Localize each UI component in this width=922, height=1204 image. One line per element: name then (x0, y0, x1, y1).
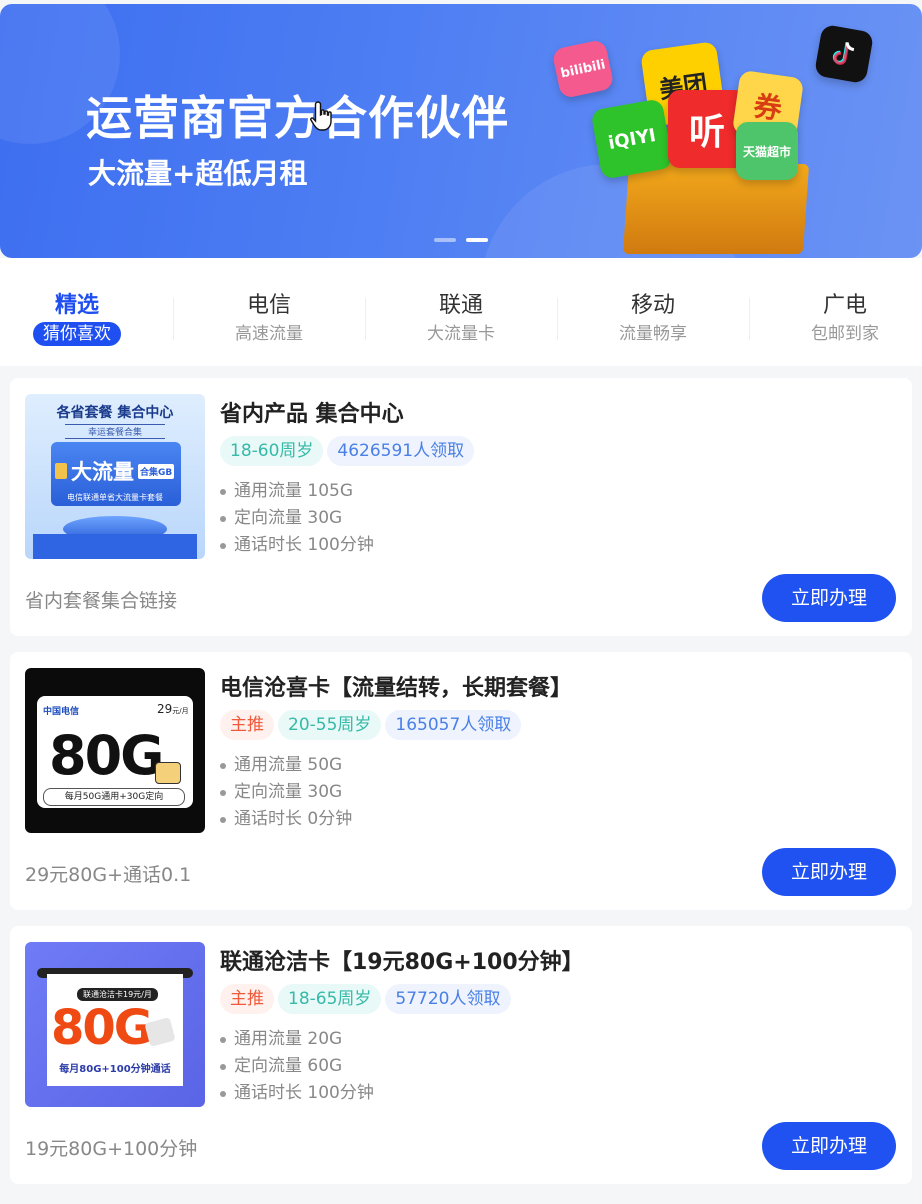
plan-name: 省内产品 集合中心 (220, 402, 404, 427)
tiktok-app-icon (813, 23, 875, 85)
plan-thumbnail: 联通沧洁卡19元/月 80G 每月80G+100分钟通话 (25, 942, 205, 1107)
bilibili-app-icon: bilibili (551, 38, 615, 100)
banner-subtitle: 大流量+超低月租 (88, 157, 308, 190)
operator-tabs: 精选 猜你喜欢 电信 高速流量 联通 大流量卡 移动 流量畅享 广电 包邮到家 (0, 258, 922, 366)
plan-tags: 主推 18-65周岁 57720人领取 (220, 984, 511, 1014)
plan-tags: 主推 20-55周岁 165057人领取 (220, 710, 522, 740)
tab-sublabel: 猜你喜欢 (33, 322, 121, 346)
feature-item: 通用流量 50G (220, 752, 352, 779)
claim-count-tag: 4626591人领取 (327, 436, 475, 466)
plan-tags: 18-60周岁 4626591人领取 (220, 436, 475, 466)
thumb-badge: 合集GB (138, 463, 175, 479)
tmall-supermarket-app-icon: 天猫超市 (736, 122, 798, 180)
feature-item: 通话时长 100分钟 (220, 1080, 374, 1107)
apply-button[interactable]: 立即办理 (762, 574, 896, 622)
plan-features: 通用流量 105G 定向流量 30G 通话时长 100分钟 (220, 478, 374, 559)
thumb-big-text: 80G (51, 1000, 153, 1056)
carousel-dot-1[interactable] (434, 238, 456, 242)
thumb-price: 29 (157, 702, 173, 716)
plan-thumbnail: 各省套餐 集合中心 幸运套餐合集 大流量 合集GB 电信联通单省大流量卡套餐 (25, 394, 205, 559)
tab-label: 移动 (630, 293, 675, 318)
carousel-dot-2[interactable] (466, 238, 488, 242)
thumb-heading: 各省套餐 集合中心 (56, 405, 174, 421)
tab-sublabel: 大流量卡 (427, 324, 495, 344)
plan-description: 29元80G+通话0.1 (25, 864, 192, 886)
featured-tag: 主推 (220, 710, 274, 740)
apply-button[interactable]: 立即办理 (762, 848, 896, 896)
hand-cursor-icon (310, 101, 332, 131)
thumb-brand: 中国电信 (43, 707, 80, 717)
feature-item: 通话时长 100分钟 (220, 532, 374, 559)
plan-name: 电信沧喜卡【流量结转，长期套餐】 (220, 676, 573, 701)
feature-item: 通用流量 20G (220, 1026, 374, 1053)
claim-count-tag: 57720人领取 (385, 984, 511, 1014)
tab-sublabel: 流量畅享 (619, 324, 687, 344)
feature-item: 通用流量 105G (220, 478, 374, 505)
tab-unicom[interactable]: 联通 大流量卡 (365, 292, 557, 346)
promo-banner[interactable]: 运营商官方合作伙伴 大流量+超低月租 bilibili 美团 iQIYI 听 券… (0, 4, 922, 258)
plan-card[interactable]: 联通沧洁卡19元/月 80G 每月80G+100分钟通话 联通沧洁卡【19元80… (10, 926, 912, 1184)
tab-label: 电信 (246, 293, 291, 318)
age-tag: 18-60周岁 (220, 436, 324, 466)
plan-card[interactable]: 各省套餐 集合中心 幸运套餐合集 大流量 合集GB 电信联通单省大流量卡套餐 省… (10, 378, 912, 636)
tab-broadcast[interactable]: 广电 包邮到家 (749, 292, 922, 346)
tab-label: 广电 (822, 293, 867, 318)
plan-name: 联通沧洁卡【19元80G+100分钟】 (220, 950, 584, 975)
thumb-subheading: 幸运套餐合集 (65, 424, 165, 439)
thumb-footer: 每月80G+100分钟通话 (59, 1064, 171, 1075)
age-tag: 20-55周岁 (278, 710, 382, 740)
plan-description: 19元80G+100分钟 (25, 1138, 198, 1160)
tab-sublabel: 包邮到家 (811, 324, 879, 344)
feature-item: 定向流量 30G (220, 779, 352, 806)
age-tag: 18-65周岁 (278, 984, 382, 1014)
tab-label: 精选 (54, 293, 99, 318)
iqiyi-app-icon: iQIYI (590, 98, 674, 180)
tab-telecom[interactable]: 电信 高速流量 (173, 292, 365, 346)
feature-item: 定向流量 60G (220, 1053, 374, 1080)
feature-item: 定向流量 30G (220, 505, 374, 532)
claim-count-tag: 165057人领取 (385, 710, 522, 740)
plan-thumbnail: 中国电信 29元/月 80G 每月50G通用+30G定向 (25, 668, 205, 833)
thumb-footer: 每月50G通用+30G定向 (43, 788, 185, 806)
plan-description: 省内套餐集合链接 (25, 590, 178, 612)
thumb-footer: 电信联通单省大流量卡套餐 (67, 493, 163, 502)
plan-card[interactable]: 中国电信 29元/月 80G 每月50G通用+30G定向 电信沧喜卡【流量结转，… (10, 652, 912, 910)
thumb-big-text: 80G (49, 724, 164, 787)
thumb-big-text: 大流量 (71, 460, 134, 484)
feature-item: 通话时长 0分钟 (220, 806, 352, 833)
tab-featured[interactable]: 精选 猜你喜欢 (0, 292, 173, 346)
apply-button[interactable]: 立即办理 (762, 1122, 896, 1170)
tab-sublabel: 高速流量 (235, 324, 303, 344)
thumb-price-unit: 元/月 (172, 707, 189, 715)
featured-tag: 主推 (220, 984, 274, 1014)
tab-mobile[interactable]: 移动 流量畅享 (557, 292, 749, 346)
tab-label: 联通 (438, 293, 483, 318)
plan-features: 通用流量 50G 定向流量 30G 通话时长 0分钟 (220, 752, 352, 833)
banner-title: 运营商官方合作伙伴 (86, 91, 509, 145)
plan-features: 通用流量 20G 定向流量 60G 通话时长 100分钟 (220, 1026, 374, 1107)
